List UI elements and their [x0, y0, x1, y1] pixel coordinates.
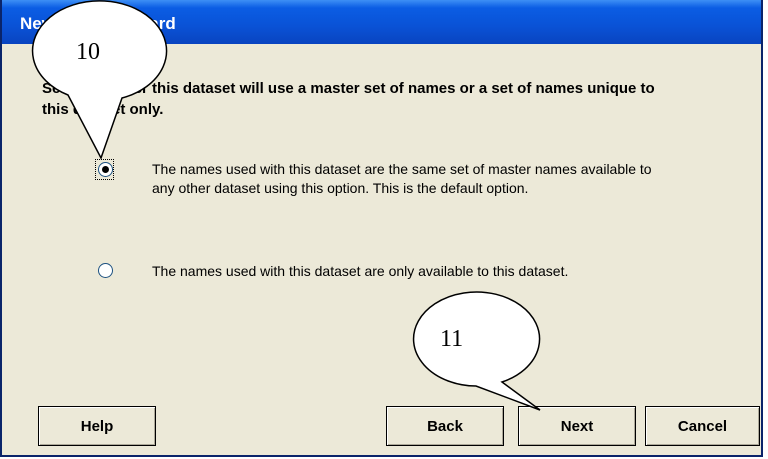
option-unique-names-label[interactable]: The names used with this dataset are onl… [152, 262, 672, 281]
cancel-button[interactable]: Cancel [645, 406, 760, 446]
radio-unique-names[interactable] [98, 263, 113, 278]
help-button[interactable]: Help [38, 406, 156, 446]
next-button[interactable]: Next [518, 406, 636, 446]
window-title: New Names Wizard [20, 14, 176, 33]
wizard-window: New Names Wizard Select whether this dat… [0, 0, 763, 457]
back-button[interactable]: Back [386, 406, 504, 446]
radio-master-names[interactable] [98, 162, 113, 177]
callout-11-number: 11 [440, 326, 464, 352]
instruction-text: Select whether this dataset will use a m… [42, 80, 655, 118]
title-bar: New Names Wizard [2, 0, 761, 44]
option-master-names-label[interactable]: The names used with this dataset are the… [152, 160, 672, 198]
callout-10-number: 10 [76, 39, 100, 65]
